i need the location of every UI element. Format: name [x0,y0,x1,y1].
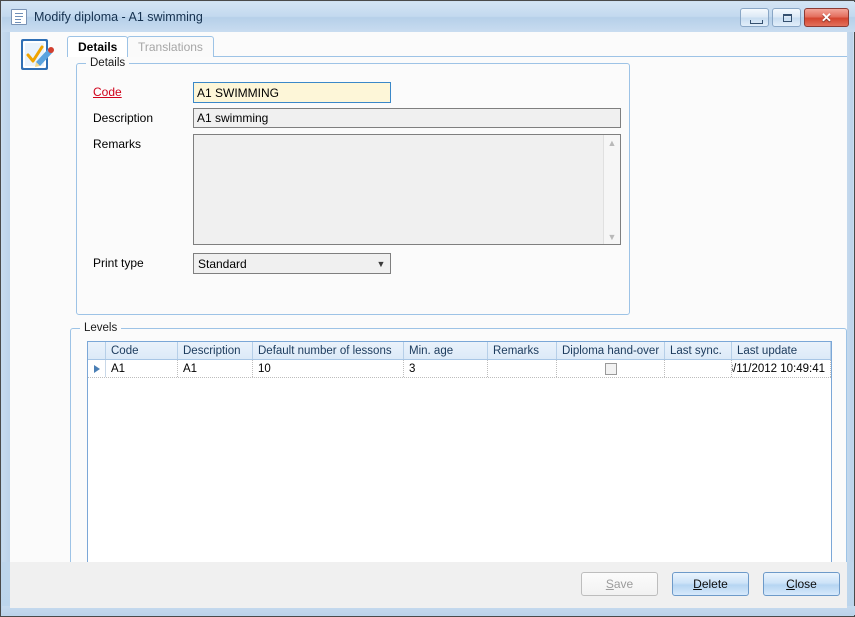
column-header-last-update[interactable]: Last update [732,342,831,359]
document-icon [11,9,27,25]
code-input[interactable] [193,82,391,103]
close-button[interactable]: Close [763,572,840,596]
print-type-label: Print type [93,256,144,270]
client-area: Details Translations Details Code Descri… [10,32,847,591]
window-title: Modify diploma - A1 swimming [34,10,203,24]
cell-last-sync[interactable] [665,360,732,377]
current-row-arrow-icon [93,364,100,373]
table-row[interactable]: A1 A1 10 3 8/11/2012 10:49:41 [88,360,831,378]
close-button-label: Close [786,577,817,591]
description-input[interactable] [193,108,621,128]
application-window: Modify diploma - A1 swimming ✕ Details T… [0,0,855,617]
close-window-button[interactable]: ✕ [804,8,849,27]
cell-min-age[interactable]: 3 [404,360,488,377]
column-header-diploma-hand-over[interactable]: Diploma hand-over [557,342,665,359]
print-type-select[interactable]: Standard ▼ [193,253,391,274]
maximize-button[interactable] [772,8,801,27]
row-indicator-cell [88,360,106,377]
tab-translations[interactable]: Translations [127,36,214,57]
cell-last-update[interactable]: 8/11/2012 10:49:41 [732,360,831,377]
remarks-field-wrapper: ▲ ▼ [193,134,621,245]
column-header-code[interactable]: Code [106,342,178,359]
column-header-last-sync[interactable]: Last sync. [665,342,732,359]
minimize-button[interactable] [740,8,769,27]
remarks-textarea[interactable] [194,135,603,244]
tab-translations-label: Translations [138,40,203,54]
title-bar[interactable]: Modify diploma - A1 swimming ✕ [2,2,855,32]
cell-remarks[interactable] [488,360,557,377]
remarks-vertical-scrollbar[interactable]: ▲ ▼ [603,135,620,244]
cell-code[interactable]: A1 [106,360,178,377]
delete-button[interactable]: Delete [672,572,749,596]
levels-grid-header: Code Description Default number of lesso… [88,342,831,360]
diploma-hand-over-checkbox[interactable] [604,363,617,375]
cell-description[interactable]: A1 [178,360,253,377]
cell-diploma-hand-over[interactable] [557,360,665,377]
tab-strip: Details Translations [67,36,847,57]
window-left-edge [2,32,10,562]
details-group: Details Code Description Remarks ▲ ▼ Pri… [76,57,630,315]
diploma-checklist-icon [18,35,58,75]
levels-grid[interactable]: Code Description Default number of lesso… [87,341,832,575]
delete-button-label: Delete [693,577,728,591]
active-tab-mask [68,56,127,57]
scroll-up-icon[interactable]: ▲ [604,135,620,150]
chevron-down-icon[interactable]: ▼ [372,254,390,273]
close-icon: ✕ [821,10,832,25]
row-indicator-header [88,342,106,359]
footer-button-bar: Save Delete Close [10,562,847,608]
minimize-icon [750,20,763,24]
levels-group-legend: Levels [80,322,122,334]
save-button-label: Save [605,577,634,591]
tab-details[interactable]: Details [67,36,129,57]
scroll-down-icon[interactable]: ▼ [604,229,620,244]
print-type-value: Standard [198,256,247,271]
code-label: Code [93,85,122,99]
description-label: Description [93,111,154,125]
column-header-default-lessons[interactable]: Default number of lessons [253,342,404,359]
window-controls: ✕ [740,8,849,27]
remarks-label: Remarks [93,137,142,151]
column-header-min-age[interactable]: Min. age [404,342,488,359]
levels-group: Levels Code Description Default number o… [70,322,847,591]
column-header-remarks[interactable]: Remarks [488,342,557,359]
maximize-icon [783,14,792,22]
save-button[interactable]: Save [581,572,658,596]
details-group-legend: Details [86,57,130,69]
cell-default-lessons[interactable]: 10 [253,360,404,377]
window-frame: Modify diploma - A1 swimming ✕ Details T… [0,0,855,617]
column-header-description[interactable]: Description [178,342,253,359]
tab-details-label: Details [78,40,118,54]
